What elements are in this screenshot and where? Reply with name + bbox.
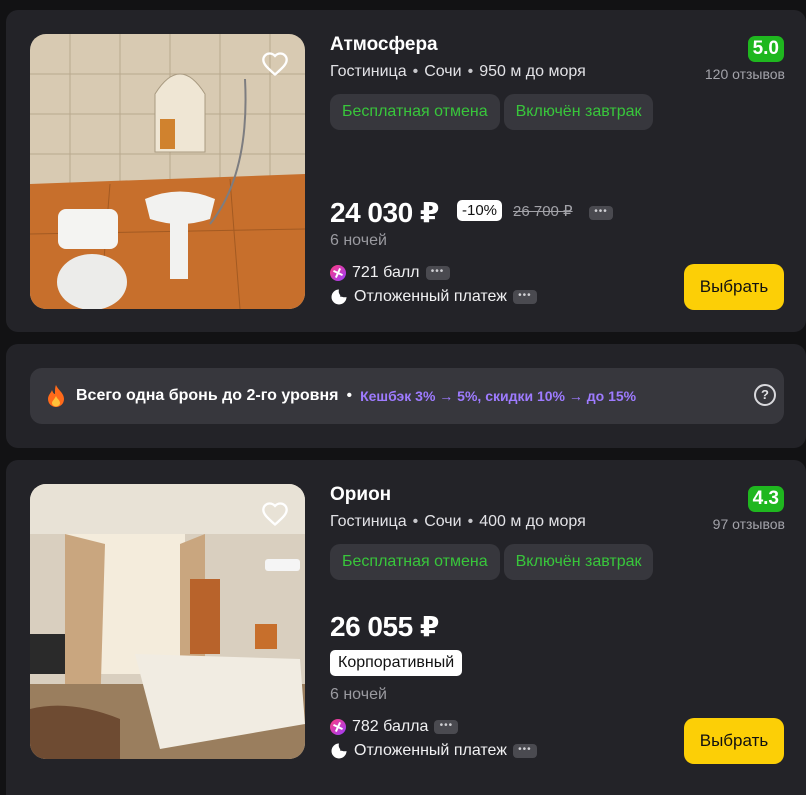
hotel-card[interactable]: Атмосфера Гостиница • Сочи • 950 м до моря 5… [6,10,806,332]
moon-clock-icon [331,743,347,759]
hotel-photo[interactable] [30,34,305,309]
discount-badge: -10% [457,200,503,221]
hotel-name[interactable]: Орион [330,484,391,506]
hotel-type: Гостиница [330,513,407,530]
question-icon[interactable]: ? [754,384,776,406]
dot-separator: • [467,513,474,530]
deferred-label: Отложенный платеж [354,288,507,305]
tags: Бесплатная отмена Включён завтрак [330,94,654,130]
select-button[interactable]: Выбрать [684,718,784,764]
hotel-photo[interactable] [30,484,305,759]
tags: Бесплатная отмена Включён завтрак [330,544,654,580]
hotel-name[interactable]: Атмосфера [330,34,438,56]
promo-subtext: Кешбэк 3% → 5%, скидки 10% → до 15% [360,388,637,404]
tag-free-cancel: Бесплатная отмена [330,94,500,130]
old-price: 26 700 ₽ [513,203,573,220]
rating-badge: 5.0 [747,36,784,62]
deferred-row: Отложенный платеж ••• [330,288,537,306]
more-icon[interactable]: ••• [512,744,537,758]
nights: 6 ночей [330,232,387,249]
tag-breakfast: Включён завтрак [503,94,654,130]
dot-separator: • [346,387,353,404]
select-button[interactable]: Выбрать [684,264,784,310]
more-icon[interactable]: ••• [425,266,450,280]
tag-breakfast: Включён завтрак [503,544,654,580]
dot-separator: • [467,63,474,80]
promo-banner: Всего одна бронь до 2-го уровня • Кешбэк… [6,344,806,448]
promo-bar[interactable]: Всего одна бронь до 2-го уровня • Кешбэк… [30,368,784,424]
flame-icon [48,385,64,407]
hotel-distance: 950 м до моря [479,63,586,80]
price: 26 055 ₽ [330,611,439,642]
tag-free-cancel: Бесплатная отмена [330,544,500,580]
hotel-meta: Гостиница • Сочи • 950 м до моря [330,63,586,81]
rating-badge: 4.3 [747,486,784,512]
points-row: 782 балла ••• [330,718,459,736]
hotel-distance: 400 м до моря [479,513,586,530]
reviews-count[interactable]: 120 отзывов [705,66,785,82]
more-icon[interactable]: ••• [434,720,459,734]
plus-points-icon [330,265,346,281]
heart-icon[interactable] [261,50,289,78]
heart-icon[interactable] [261,500,289,528]
reviews-count[interactable]: 97 отзывов [713,516,785,532]
hotel-card[interactable]: Орион Гостиница • Сочи • 400 м до моря 4.3 9… [6,460,806,795]
nights: 6 ночей [330,686,387,703]
points-label: 721 балл [352,264,420,281]
points-label: 782 балла [352,718,429,735]
points-row: 721 балл ••• [330,264,450,282]
more-icon[interactable]: ••• [512,290,537,304]
hotel-meta: Гостиница • Сочи • 400 м до моря [330,513,586,531]
plus-points-icon [330,719,346,735]
dot-separator: • [412,63,419,80]
hotel-city: Сочи [424,63,462,80]
corporate-badge: Корпоративный [330,650,463,676]
moon-clock-icon [331,289,347,305]
more-icon[interactable]: ••• [589,206,613,220]
price: 24 030 ₽ [330,197,439,228]
dot-separator: • [412,513,419,530]
deferred-label: Отложенный платеж [354,742,507,759]
hotel-type: Гостиница [330,63,407,80]
promo-text: Всего одна бронь до 2-го уровня [76,387,339,404]
hotel-city: Сочи [424,513,462,530]
deferred-row: Отложенный платеж ••• [330,742,537,760]
